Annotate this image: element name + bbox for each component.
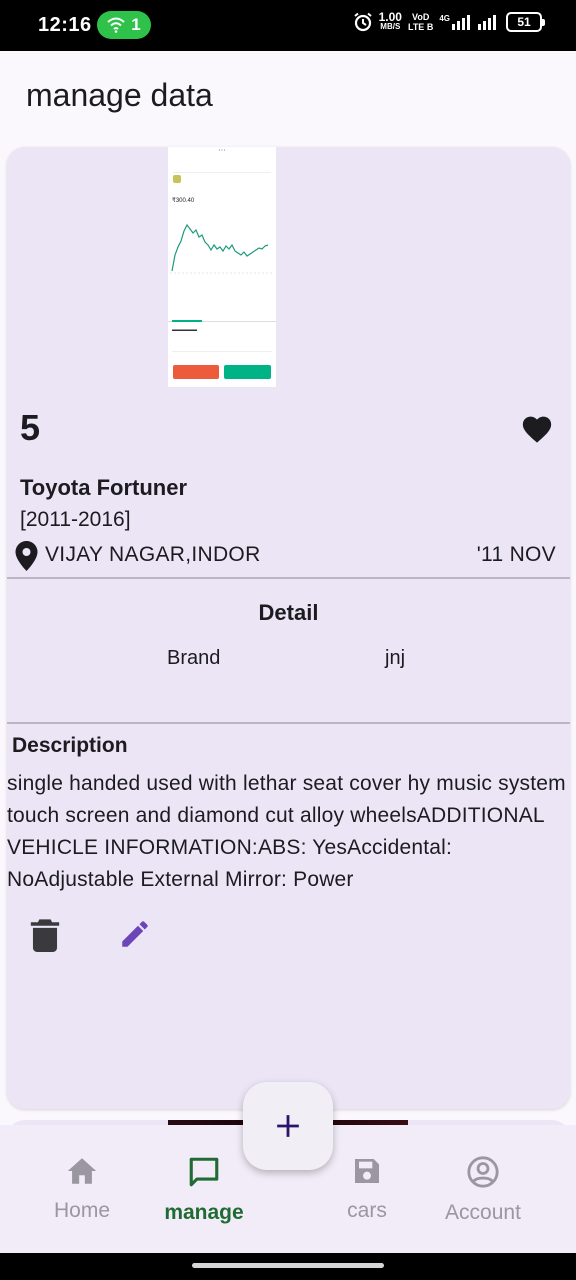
status-time: 12:16 [38,14,92,36]
volte-bottom: LTE B [407,22,434,32]
volte-indicator: VoD LTE B [408,12,433,32]
thumbnail-chart [170,223,274,274]
thumbnail-price: ₹300.40 [172,198,195,204]
signal-label: 4G [439,14,450,23]
nav-item-account[interactable]: Account [428,1155,538,1225]
thumbnail-buy-button [224,365,271,379]
signal-group: 4G [439,14,472,30]
thumbnail-logo [173,175,181,183]
detail-value-brand: jnj [385,647,406,669]
thumbnail-sell-button [173,365,219,379]
status-right: 1.00 MB/S VoD LTE B 4G 51 [353,10,545,32]
thumbnail-performance: ▬▬▬▬▬ [172,327,197,333]
signal-icon-2 [478,15,496,30]
status-bar: 12:16 1 1.00 MB/S VoD LTE B 4G 51 [0,0,576,51]
wifi-icon [107,17,125,33]
alarm-icon [353,12,372,32]
listing-thumbnail: • • • ₹300.40 ▬▬▬▬▬ [168,147,276,387]
car-name: Toyota Fortuner [20,475,188,500]
gesture-bar [0,1253,576,1280]
battery-icon: 51 [506,12,545,32]
page-title: manage data [26,77,213,113]
battery-level: 51 [517,15,531,29]
volte-top: VoD [411,12,430,22]
net-speed-unit: MB/S [380,22,401,31]
listing-date: '11 NOV [476,543,556,566]
description-heading: Description [12,734,128,757]
divider [7,722,570,724]
edit-pencil-icon[interactable] [118,917,152,951]
gesture-handle[interactable] [192,1263,384,1268]
plus-icon [277,1115,299,1137]
nav-label-cars: cars [347,1199,387,1222]
signal-icon-1 [452,15,470,30]
nav-label-home: Home [53,1199,111,1222]
delete-icon[interactable] [30,918,60,952]
location-pin-icon [15,541,38,571]
app-bar: manage data [0,51,576,143]
thumbnail-statusbar: • • • [218,147,226,152]
listing-number: 5 [20,407,41,448]
nav-item-manage[interactable]: manage [149,1155,259,1225]
listing-card[interactable]: • • • ₹300.40 ▬▬▬▬▬ 5 Toyota Fortuner [2… [7,147,570,1109]
chat-icon [189,1157,219,1187]
add-listing-button[interactable] [243,1082,333,1170]
net-speed: 1.00 MB/S [378,10,402,32]
detail-heading: Detail [258,600,319,625]
nav-item-cars[interactable]: cars [312,1155,422,1223]
thumbnail-tab-underline [172,320,202,322]
account-icon [467,1156,499,1188]
wifi-badge: 1 [97,11,151,39]
location-text: VIJAY NAGAR,INDOR [45,543,261,566]
detail-key-brand: Brand [167,647,221,669]
nav-label-account: Account [445,1201,521,1224]
car-years: [2011-2016] [20,508,131,531]
nav-item-home[interactable]: Home [27,1155,137,1223]
save-icon [355,1159,379,1183]
favorite-heart-icon[interactable] [520,412,554,444]
divider [7,577,570,579]
nav-label-manage: manage [164,1201,244,1224]
thumbnail-header [173,161,271,173]
thumbnail-stats [172,342,272,352]
net-speed-value: 1.00 [378,10,402,24]
home-icon [67,1158,97,1184]
description-text: single handed used with lethar seat cove… [7,772,566,891]
wifi-count: 1 [131,15,141,34]
